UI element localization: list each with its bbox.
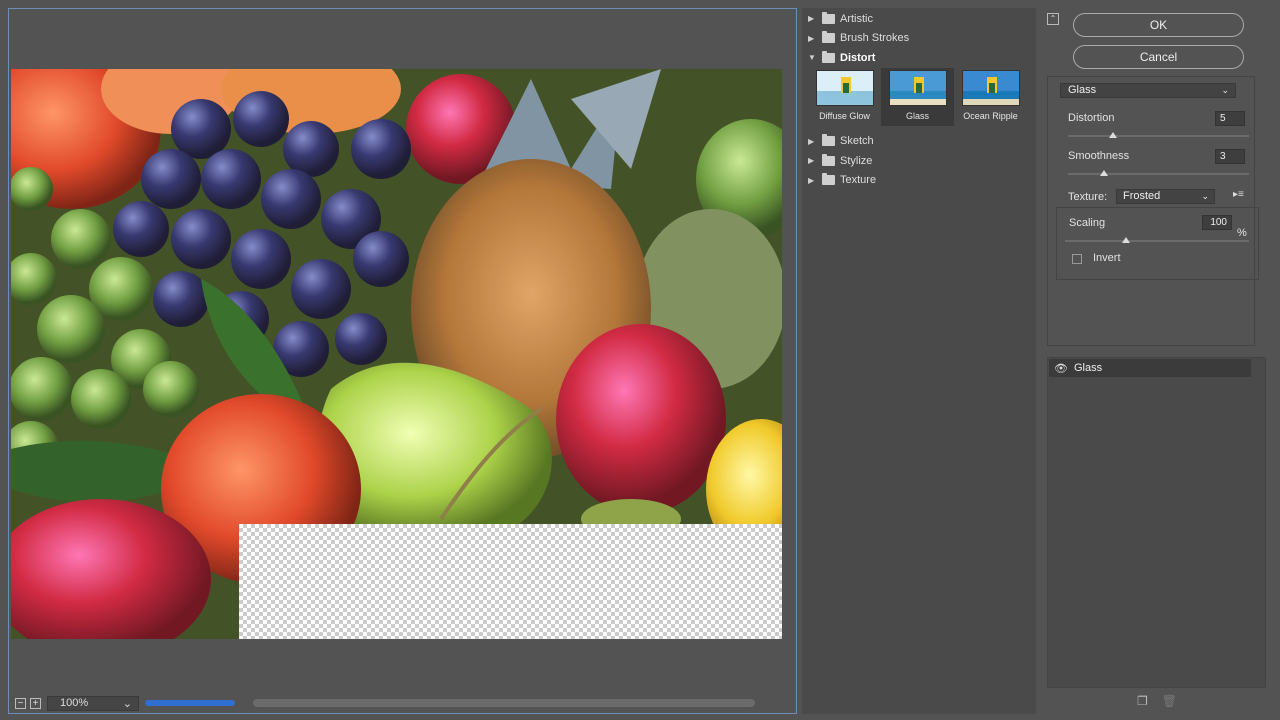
texture-select-value: Frosted xyxy=(1123,190,1161,202)
scaling-slider[interactable] xyxy=(1065,240,1249,242)
expand-triangle-icon: ▶ xyxy=(808,156,815,166)
category-distort[interactable]: ▼ Distort xyxy=(802,48,1036,68)
scaling-unit: % xyxy=(1237,227,1247,239)
distortion-label: Distortion xyxy=(1068,112,1115,124)
filter-label: Diffuse Glow xyxy=(819,110,870,121)
horizontal-scrollbar[interactable] xyxy=(253,699,755,707)
distortion-slider[interactable] xyxy=(1068,135,1249,137)
expand-triangle-icon: ▶ xyxy=(808,175,815,185)
filter-gallery-window: − + 100% ⌄ ▶ Artistic ▶ Brush Strokes ▼ … xyxy=(0,0,1280,720)
progress-bar xyxy=(145,700,235,706)
effect-layer-label: Glass xyxy=(1073,362,1103,374)
category-label: Artistic xyxy=(840,12,873,25)
texture-menu-icon[interactable]: ▸≡ xyxy=(1233,189,1244,200)
chevron-down-icon: ⌄ xyxy=(122,697,132,710)
texture-options: Scaling 100 xyxy=(1056,207,1259,280)
expand-triangle-icon: ▶ xyxy=(808,136,815,146)
category-texture[interactable]: ▶ Texture xyxy=(802,171,1036,191)
transparent-area xyxy=(239,524,782,639)
collapse-triangle-icon: ▼ xyxy=(808,53,816,63)
preview-image[interactable] xyxy=(11,69,782,639)
smoothness-slider[interactable] xyxy=(1068,173,1249,175)
folder-icon xyxy=(822,153,835,166)
thumbnail-image xyxy=(888,69,947,106)
smoothness-slider-thumb[interactable] xyxy=(1100,170,1109,176)
eye-icon[interactable]: 👁 xyxy=(1054,362,1068,375)
texture-label: Texture: xyxy=(1068,191,1108,203)
scaling-label: Scaling xyxy=(1069,217,1106,229)
category-artistic[interactable]: ▶ Artistic xyxy=(802,9,1036,29)
zoom-value: 100% xyxy=(60,697,89,709)
distortion-slider-thumb[interactable] xyxy=(1109,132,1118,138)
category-label: Texture xyxy=(840,174,877,187)
folder-icon xyxy=(822,31,835,44)
chevron-down-icon: ⌄ xyxy=(1201,191,1209,201)
category-sketch[interactable]: ▶ Sketch xyxy=(802,132,1036,152)
smoothness-label: Smoothness xyxy=(1068,150,1130,162)
thumbnail-image xyxy=(961,69,1020,106)
ok-button[interactable]: OK xyxy=(1073,13,1244,37)
zoom-in-button[interactable]: + xyxy=(30,697,41,709)
expand-triangle-icon: ▶ xyxy=(808,33,815,43)
category-label: Distort xyxy=(840,51,876,64)
filter-select-value: Glass xyxy=(1068,84,1097,96)
filter-glass[interactable]: Glass xyxy=(881,67,954,126)
zoom-out-button[interactable]: − xyxy=(15,697,26,709)
filter-label: Ocean Ripple xyxy=(963,110,1018,121)
filter-diffuse-glow[interactable]: Diffuse Glow xyxy=(808,68,881,126)
cancel-button[interactable]: Cancel xyxy=(1073,45,1244,69)
texture-select[interactable]: Frosted ⌄ xyxy=(1116,189,1215,204)
invert-checkbox[interactable] xyxy=(1072,254,1082,264)
chevron-down-icon: ⌄ xyxy=(1221,85,1229,95)
trash-icon[interactable]: 🗑 xyxy=(1162,694,1177,708)
effect-layer-glass[interactable]: 👁 Glass xyxy=(1049,359,1251,377)
scaling-field[interactable]: 100 xyxy=(1202,215,1232,230)
category-brush-strokes[interactable]: ▶ Brush Strokes xyxy=(802,29,1036,49)
collapse-gallery-icon[interactable]: ⌃ xyxy=(1047,13,1059,25)
filter-label: Glass xyxy=(905,110,929,121)
expand-triangle-icon: ▶ xyxy=(808,14,815,24)
folder-icon xyxy=(822,134,835,147)
category-label: Sketch xyxy=(840,135,874,148)
category-label: Stylize xyxy=(840,154,873,167)
distort-thumbnails: Diffuse Glow Glass Ocean Ripple xyxy=(802,67,1036,132)
zoom-bar: − + 100% ⌄ xyxy=(9,693,796,713)
thumbnail-image xyxy=(815,69,874,106)
effect-layers-panel: 👁 Glass xyxy=(1047,357,1266,688)
filter-gallery-list: ▶ Artistic ▶ Brush Strokes ▼ Distort Dif… xyxy=(802,8,1036,714)
filter-ocean-ripple[interactable]: Ocean Ripple xyxy=(954,68,1027,126)
category-stylize[interactable]: ▶ Stylize xyxy=(802,151,1036,171)
distortion-field[interactable]: 5 xyxy=(1215,111,1245,126)
folder-icon xyxy=(822,11,835,24)
invert-label: Invert xyxy=(1093,252,1121,264)
folder-icon xyxy=(822,50,835,63)
settings-panel: ⌃ OK Cancel Glass ⌄ Distortion 5 Smoothn… xyxy=(1040,8,1272,714)
smoothness-field[interactable]: 3 xyxy=(1215,149,1245,164)
filter-options: Glass ⌄ Distortion 5 Smoothness 3 Textur… xyxy=(1047,76,1259,346)
scaling-slider-thumb[interactable] xyxy=(1121,237,1130,243)
filter-select[interactable]: Glass ⌄ xyxy=(1060,83,1236,98)
category-label: Brush Strokes xyxy=(840,32,910,45)
zoom-select[interactable]: 100% ⌄ xyxy=(47,695,139,711)
preview-panel: − + 100% ⌄ xyxy=(8,8,797,714)
folder-icon xyxy=(822,173,835,186)
layer-actions: ❐ 🗑 xyxy=(1137,694,1177,708)
new-effect-layer-icon[interactable]: ❐ xyxy=(1137,694,1148,708)
